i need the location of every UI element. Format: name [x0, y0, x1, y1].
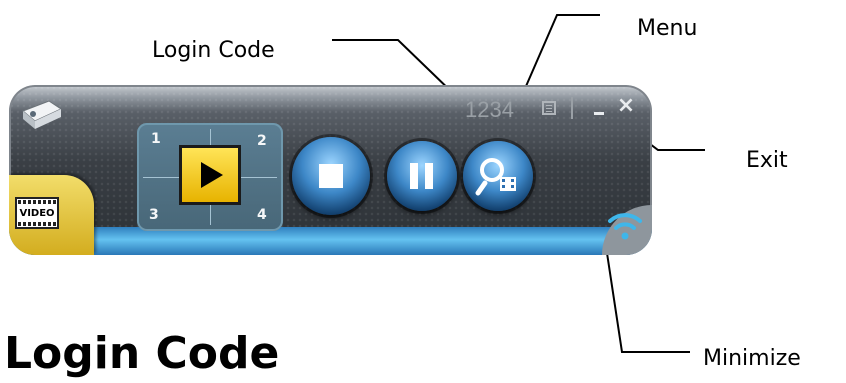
menu-icon[interactable]	[542, 101, 556, 115]
quadrant-1-label[interactable]: 1	[151, 131, 161, 147]
callout-menu: Menu	[637, 16, 698, 41]
quadrant-4-label[interactable]: 4	[257, 207, 267, 223]
stop-button[interactable]	[292, 137, 370, 215]
play-button[interactable]	[179, 145, 241, 205]
wifi-icon[interactable]	[580, 185, 652, 255]
callout-exit: Exit	[746, 148, 788, 173]
title-separator	[571, 97, 573, 119]
callout-login-code: Login Code	[152, 38, 275, 63]
pause-icon	[410, 163, 418, 189]
search-icon	[475, 158, 516, 196]
minimize-icon[interactable]	[591, 101, 607, 117]
quadrant-2-label[interactable]: 2	[257, 133, 267, 149]
search-button[interactable]	[463, 141, 533, 211]
video-tab-label: VIDEO	[19, 207, 55, 219]
projector-icon	[22, 100, 63, 129]
video-tab[interactable]: VIDEO	[9, 175, 94, 255]
section-heading: y Login Code	[0, 328, 280, 379]
login-code-display: 1234	[465, 97, 514, 122]
pause-button[interactable]	[387, 141, 457, 211]
close-icon[interactable]: ×	[615, 95, 637, 117]
quadrant-3-label[interactable]: 3	[149, 207, 159, 223]
callout-minimize: Minimize	[703, 346, 801, 371]
bottom-glow-strip	[9, 227, 652, 255]
quadrant-grid: 1 2 3 4	[137, 123, 283, 231]
projector-toolbar: 1234 × VIDEO 1 2 3 4	[9, 85, 652, 255]
stop-icon	[319, 164, 343, 188]
video-film-icon: VIDEO	[15, 197, 59, 229]
